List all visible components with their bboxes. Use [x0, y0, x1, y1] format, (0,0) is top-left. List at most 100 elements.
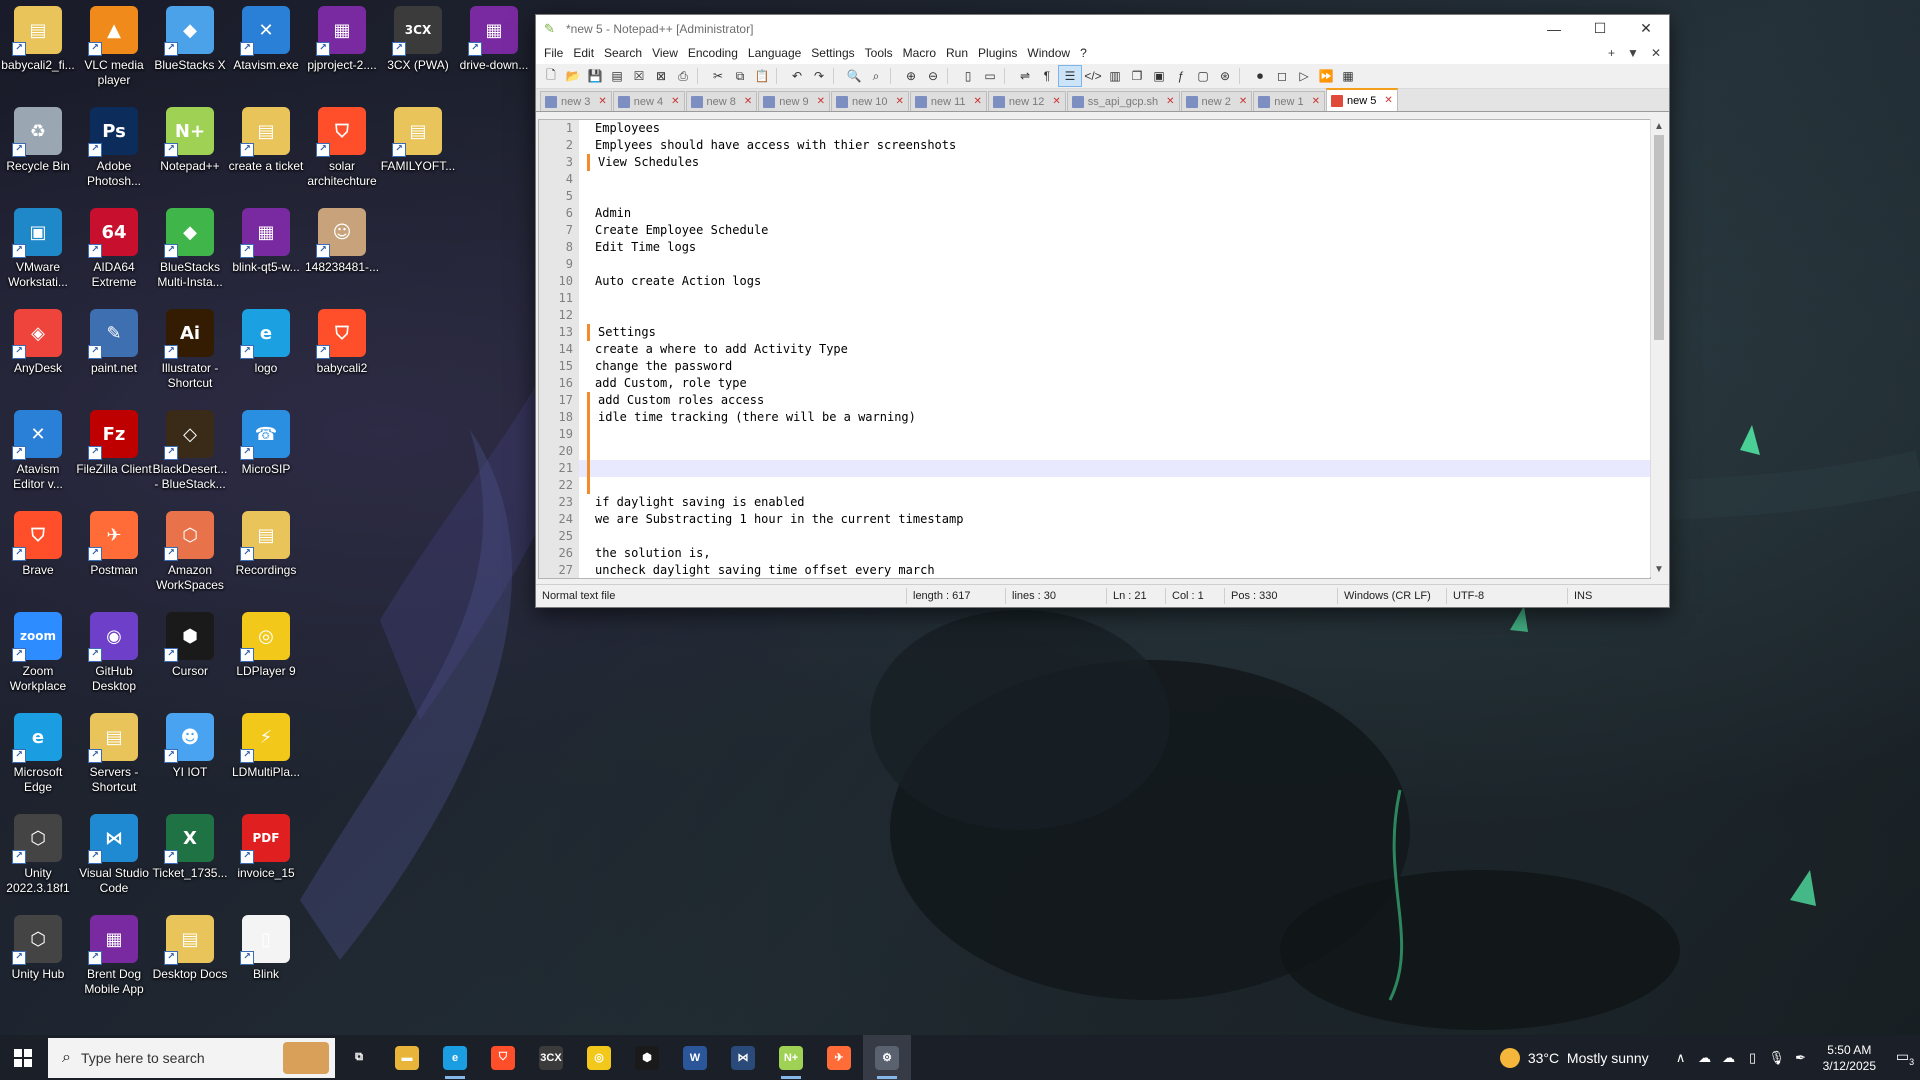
menu-language[interactable]: Language: [746, 46, 809, 60]
editor-line[interactable]: 21: [539, 460, 1650, 477]
editor-line[interactable]: 14 create a where to add Activity Type: [539, 341, 1650, 358]
taskbar-edge[interactable]: e: [431, 1035, 479, 1080]
show-hidden-icons-icon[interactable]: ∧: [1669, 1050, 1693, 1066]
desktop-icon[interactable]: ⚡ ↗ LDMultiPla...: [228, 707, 304, 780]
tab-new-9[interactable]: new 9 ✕: [758, 91, 830, 111]
taskbar-settings[interactable]: ⚙: [863, 1035, 911, 1080]
menu-search[interactable]: Search: [602, 46, 650, 60]
desktop-icon[interactable]: ☎ ↗ MicroSIP: [228, 404, 304, 477]
taskbar-brave[interactable]: ⛉: [479, 1035, 527, 1080]
notification-center-icon[interactable]: ▭3: [1890, 1048, 1920, 1067]
vertical-scrollbar[interactable]: ▲ ▼: [1650, 119, 1668, 577]
save-macro-icon[interactable]: ▦: [1337, 66, 1359, 86]
taskbar-3cx[interactable]: 3CX: [527, 1035, 575, 1080]
tab-list-icon[interactable]: ▼: [1627, 46, 1639, 60]
monitoring-icon[interactable]: ⊛: [1214, 66, 1236, 86]
desktop-icon[interactable]: ◉ ↗ GitHub Desktop: [76, 606, 152, 694]
editor-line[interactable]: 18 idle time tracking (there will be a wa…: [539, 409, 1650, 426]
tab-close-icon[interactable]: ✕: [598, 96, 606, 107]
menu-run[interactable]: Run: [944, 46, 976, 60]
close-all-icon[interactable]: ⊠: [650, 66, 672, 86]
editor-line[interactable]: 23 if daylight saving is enabled: [539, 494, 1650, 511]
save-icon[interactable]: 💾: [584, 66, 606, 86]
sync-horizontal-icon[interactable]: ▭: [979, 66, 1001, 86]
title-bar[interactable]: ✎ *new 5 - Notepad++ [Administrator] — ☐…: [536, 15, 1669, 42]
doc-list-icon[interactable]: ❐: [1126, 66, 1148, 86]
editor-line[interactable]: 6 Admin: [539, 205, 1650, 222]
monitor-icon[interactable]: ▣: [1148, 66, 1170, 86]
taskbar-cursor[interactable]: ⬢: [623, 1035, 671, 1080]
close-file-icon[interactable]: ☒: [628, 66, 650, 86]
clock[interactable]: 5:50 AM 3/12/2025: [1823, 1042, 1876, 1074]
notepad-plus-plus-window[interactable]: ✎ *new 5 - Notepad++ [Administrator] — ☐…: [535, 14, 1670, 608]
desktop-icon[interactable]: e ↗ logo: [228, 303, 304, 376]
menu-plugins[interactable]: Plugins: [976, 46, 1025, 60]
desktop-icon[interactable]: PDF ↗ invoice_15: [228, 808, 304, 881]
function-list-icon[interactable]: ƒ: [1170, 66, 1192, 86]
desktop-icon[interactable]: 3CX ↗ 3CX (PWA): [380, 0, 456, 73]
tab-close-icon[interactable]: ✕: [1312, 96, 1320, 107]
folder-as-workspace-icon[interactable]: ▢: [1192, 66, 1214, 86]
desktop-icon[interactable]: ☺ ↗ 148238481-...: [304, 202, 380, 275]
menu-macro[interactable]: Macro: [901, 46, 944, 60]
taskbar-file-explorer[interactable]: ▬: [383, 1035, 431, 1080]
show-all-chars-icon[interactable]: ¶: [1036, 66, 1058, 86]
text-editor[interactable]: 1 Employees 2 Emplyees should have access w…: [538, 119, 1651, 579]
desktop-icon[interactable]: ⛉ ↗ babycali2: [304, 303, 380, 376]
menu-encoding[interactable]: Encoding: [686, 46, 746, 60]
status-encoding[interactable]: UTF-8: [1447, 588, 1568, 604]
open-file-icon[interactable]: 📂: [562, 66, 584, 86]
scrollbar-thumb[interactable]: [1654, 135, 1664, 340]
print-icon[interactable]: ⎙: [672, 66, 694, 86]
editor-line[interactable]: 11: [539, 290, 1650, 307]
desktop-icon[interactable]: ▤ ↗ Recordings: [228, 505, 304, 578]
tab-ss-api-gcp-sh[interactable]: ss_api_gcp.sh ✕: [1066, 91, 1180, 111]
copy-icon[interactable]: ⧉: [729, 66, 751, 86]
menu-view[interactable]: View: [650, 46, 686, 60]
editor-line[interactable]: 3 View Schedules: [539, 154, 1650, 171]
word-wrap-icon[interactable]: ⇌: [1014, 66, 1036, 86]
minimize-button[interactable]: —: [1531, 15, 1577, 42]
desktop-icon[interactable]: ✕ ↗ Atavism Editor v...: [0, 404, 76, 492]
desktop-icon[interactable]: ◈ ↗ AnyDesk: [0, 303, 76, 376]
tab-new-11[interactable]: new 11 ✕: [909, 91, 987, 111]
editor-line[interactable]: 26 the solution is,: [539, 545, 1650, 562]
desktop-icon[interactable]: ✎ ↗ paint.net: [76, 303, 152, 376]
status-mode[interactable]: INS: [1568, 588, 1612, 604]
tab-close-icon[interactable]: ✕: [744, 96, 752, 107]
desktop-icon[interactable]: e ↗ Microsoft Edge: [0, 707, 76, 795]
tab-close-icon[interactable]: ✕: [974, 96, 982, 107]
editor-line[interactable]: 19: [539, 426, 1650, 443]
desktop-icon[interactable]: ▤ ↗ create a ticket: [228, 101, 304, 174]
menu-edit[interactable]: Edit: [571, 46, 602, 60]
desktop-icon[interactable]: ✈ ↗ Postman: [76, 505, 152, 578]
onedrive-icon[interactable]: ☁: [1693, 1050, 1717, 1066]
editor-line[interactable]: 22: [539, 477, 1650, 494]
desktop-icon[interactable]: ✕ ↗ Atavism.exe: [228, 0, 304, 73]
doc-map-icon[interactable]: ▥: [1104, 66, 1126, 86]
editor-line[interactable]: 25: [539, 528, 1650, 545]
editor-line[interactable]: 4: [539, 171, 1650, 188]
tab-close-icon[interactable]: ✕: [1166, 96, 1174, 107]
scroll-down-icon[interactable]: ▼: [1654, 564, 1664, 575]
desktop-icon[interactable]: ▣ ↗ VMware Workstati...: [0, 202, 76, 290]
editor-line[interactable]: 24 we are Substracting 1 hour in the curr…: [539, 511, 1650, 528]
desktop-icon[interactable]: ▯ ↗ Blink: [228, 909, 304, 982]
paste-icon[interactable]: 📋: [751, 66, 773, 86]
editor-line[interactable]: 27 uncheck daylight saving time offset ev…: [539, 562, 1650, 578]
desktop-icon[interactable]: ▲ ↗ VLC media player: [76, 0, 152, 88]
desktop-icon[interactable]: ☻ ↗ YI IOT: [152, 707, 228, 780]
taskbar-ldplayer[interactable]: ◎: [575, 1035, 623, 1080]
redo-icon[interactable]: ↷: [808, 66, 830, 86]
menu-window[interactable]: Window: [1025, 46, 1078, 60]
desktop-icon[interactable]: ♻ ↗ Recycle Bin: [0, 101, 76, 174]
maximize-button[interactable]: ☐: [1577, 15, 1623, 42]
pen-icon[interactable]: ✒: [1789, 1050, 1813, 1066]
editor-line[interactable]: 2 Emplyees should have access with thier …: [539, 137, 1650, 154]
menu-file[interactable]: File: [542, 46, 571, 60]
stop-macro-icon[interactable]: ◻: [1271, 66, 1293, 86]
close-doc-icon[interactable]: ✕: [1651, 46, 1661, 60]
desktop-icon[interactable]: ▦ ↗ Brent Dog Mobile App: [76, 909, 152, 997]
menu-settings[interactable]: Settings: [809, 46, 862, 60]
desktop-icon[interactable]: ⬡ ↗ Amazon WorkSpaces: [152, 505, 228, 593]
